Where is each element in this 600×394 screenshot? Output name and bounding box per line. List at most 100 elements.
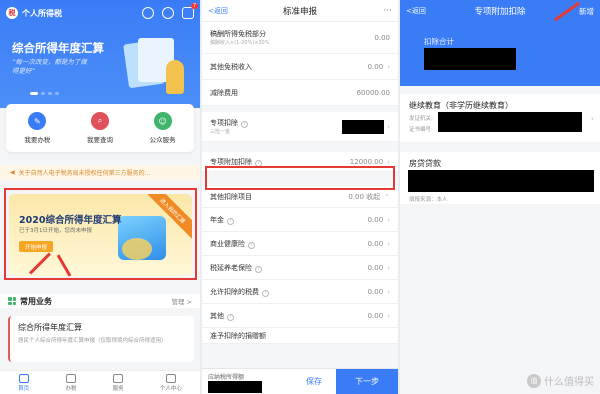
- notice-text: 关于自然人电子税务局未授权任何第三方服务的...: [18, 170, 151, 177]
- tab-label: 个人中心: [159, 385, 182, 392]
- help-icon[interactable]: ?: [241, 121, 248, 128]
- back-button[interactable]: <返回: [208, 6, 228, 16]
- home-icon: [18, 373, 29, 383]
- top-bar: 税 个人所得税 7: [0, 0, 200, 26]
- tab-label: 服务: [112, 385, 124, 392]
- help-icon[interactable]: ?: [227, 313, 234, 321]
- next-step-button[interactable]: 下一步: [336, 369, 398, 394]
- row-label: 其他扣除项目: [210, 192, 252, 201]
- row-label: 专项扣除: [210, 119, 238, 127]
- business-desc: 居民个人综合所得年度汇算申报（仅取得境内综合所得适用）: [18, 338, 167, 344]
- standard-filing-screen: <返回 标准申报 ··· 稿酬所得免税部分 稿酬收入×(1-20%)×30% 0…: [202, 0, 398, 394]
- redacted-info: [408, 170, 594, 192]
- notification-badge: 7: [190, 3, 198, 9]
- help-icon[interactable]: ?: [262, 289, 269, 297]
- banner-subtitle: “每一次改变，都是为了做得更好”: [12, 58, 87, 75]
- education-deduction-card[interactable]: 继续教育（非学历继续教育） 发证机关: 证书编号: ›: [400, 94, 600, 142]
- row-sub: 三险一金: [210, 129, 231, 135]
- chevron-right-icon: ›: [387, 287, 390, 296]
- message-icon[interactable]: 7: [182, 3, 198, 19]
- chevron-up-icon: ⌃: [384, 192, 390, 201]
- help-icon[interactable]: ?: [227, 217, 234, 225]
- chevron-right-icon: ›: [387, 263, 390, 272]
- save-button[interactable]: 保存: [292, 376, 336, 387]
- common-business-header: 常用业务 管理 >: [0, 294, 200, 308]
- manage-link[interactable]: 管理 >: [171, 296, 192, 306]
- heart-icon: [113, 373, 124, 383]
- row-value: 0.00: [367, 311, 384, 320]
- row-value: 0.00: [367, 263, 384, 272]
- quick-action-label: 我要办税: [24, 136, 51, 144]
- add-button[interactable]: 新增: [579, 6, 594, 17]
- bottom-tab-bar: 首页 办税 服务 个人中心: [0, 370, 200, 394]
- redacted-info: [438, 112, 582, 132]
- carousel-indicator: [30, 92, 59, 95]
- row-sub: 稿酬收入×(1-20%)×30%: [210, 40, 270, 46]
- row-label: 其他免税收入: [210, 62, 252, 71]
- chevron-right-icon: ›: [387, 311, 390, 320]
- row-label: 减除费用: [210, 88, 238, 97]
- row-label: 其他: [210, 311, 224, 320]
- page-title: 标准申报: [282, 6, 317, 17]
- tab-profile[interactable]: 个人中心: [159, 373, 182, 392]
- highlight-box: [4, 188, 197, 280]
- tab-tax[interactable]: 办税: [65, 373, 77, 392]
- help-icon[interactable]: ?: [248, 241, 255, 249]
- quick-action-query[interactable]: ⌕ 我要查询: [87, 112, 113, 144]
- tab-service[interactable]: 服务: [112, 373, 124, 392]
- row-label: 税延养老保险: [210, 263, 252, 272]
- total-label: 扣除合计: [424, 37, 454, 46]
- row-other[interactable]: 其他? 0.00 ›: [202, 304, 398, 328]
- tab-label: 办税: [65, 385, 77, 392]
- row-annuity[interactable]: 年金? 0.00 ›: [202, 208, 398, 232]
- row-health-insurance[interactable]: 商业健康险? 0.00 ›: [202, 232, 398, 256]
- row-label: 商业健康险: [210, 239, 245, 248]
- row-other-exempt[interactable]: 其他免税收入 0.00 ›: [202, 54, 398, 80]
- quick-actions: ✎ 我要办税 ⌕ 我要查询 ☺ 公众服务: [6, 104, 194, 152]
- scan-icon[interactable]: [162, 7, 174, 19]
- quick-action-file-tax[interactable]: ✎ 我要办税: [24, 112, 50, 144]
- chevron-right-icon: ›: [387, 157, 390, 166]
- row-label: 年金: [210, 215, 224, 224]
- notice-bar[interactable]: ◀ 关于自然人电子税务局未授权任何第三方服务的...: [0, 165, 200, 180]
- business-title: 综合所得年度汇算: [18, 323, 82, 332]
- issuer-label: 发证机关:: [409, 116, 433, 122]
- chevron-right-icon: ›: [387, 122, 390, 131]
- card-title: 房贷贷款: [409, 159, 441, 168]
- business-item[interactable]: 综合所得年度汇算 居民个人综合所得年度汇算申报（仅取得境内综合所得适用）: [8, 316, 194, 362]
- more-icon[interactable]: ···: [383, 6, 392, 16]
- service-icon: ☺: [153, 112, 172, 130]
- home-screen: 税 个人所得税 7 综合所得年度汇算 “每一次改变，都是为了做得更好” ✎ 我要…: [0, 0, 200, 394]
- headset-icon[interactable]: [142, 7, 154, 19]
- housing-loan-card[interactable]: 房贷贷款 填报来源：本人: [400, 152, 600, 204]
- quick-action-label: 我要查询: [86, 136, 113, 144]
- speaker-icon: ◀: [10, 169, 15, 176]
- row-special-deduction[interactable]: 专项扣除? 三险一金 ›: [202, 112, 398, 142]
- row-donation[interactable]: 准予扣除的捐赠额: [202, 328, 398, 344]
- user-icon: [165, 373, 176, 383]
- row-label: 准予扣除的捐赠额: [210, 331, 266, 340]
- row-pension-insurance[interactable]: 税延养老保险? 0.00 ›: [202, 256, 398, 280]
- edit-icon: ✎: [28, 112, 47, 130]
- row-label: 允许扣除的税费: [210, 287, 259, 296]
- chevron-right-icon: ›: [387, 62, 390, 71]
- banner-title[interactable]: 综合所得年度汇算: [12, 40, 104, 56]
- chevron-right-icon: ›: [387, 215, 390, 224]
- nav-bar: <返回 标准申报 ···: [202, 0, 398, 22]
- highlight-box: [205, 166, 395, 190]
- bottom-action-bar: 应纳税所得额 保存 下一步: [202, 368, 398, 394]
- row-deduction: 减除费用 60000.00: [202, 80, 398, 106]
- special-additional-deduction-screen: <返回 专项附加扣除 新增 扣除合计 继续教育（非学历继续教育） 发证机关: 证…: [400, 0, 600, 394]
- row-label: 稿酬所得免税部分: [210, 30, 266, 38]
- help-icon[interactable]: ?: [255, 265, 262, 273]
- row-value: 0.00: [367, 239, 384, 248]
- row-allowed-tax[interactable]: 允许扣除的税费? 0.00 ›: [202, 280, 398, 304]
- tax-logo-icon: 税: [6, 7, 18, 19]
- quick-action-public-service[interactable]: ☺ 公众服务: [150, 112, 176, 144]
- row-value: 0.00: [367, 287, 384, 296]
- search-icon: ⌕: [90, 112, 109, 130]
- tab-home[interactable]: 首页: [18, 373, 29, 392]
- row-value: 0.00: [374, 33, 390, 42]
- collapse-toggle[interactable]: 0.00 收起: [348, 192, 380, 202]
- row-value: 12000.00: [349, 157, 384, 166]
